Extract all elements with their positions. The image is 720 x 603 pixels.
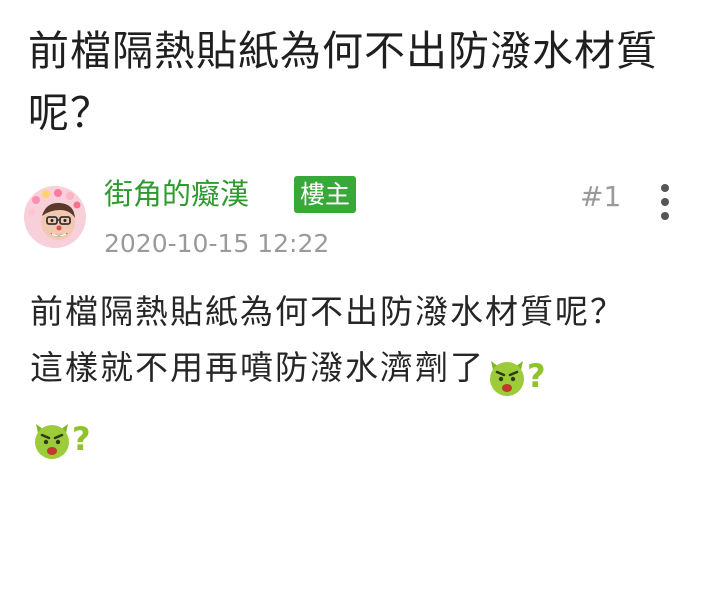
author-name[interactable]: 街角的癡漢 xyxy=(104,174,249,214)
post-content: 前檔隔熱貼紙為何不出防潑水材質呢？ 這樣就不用再噴防潑水濟劑了 ? ? xyxy=(30,284,690,467)
question-mark: ? xyxy=(72,420,93,458)
content-line-2-text: 這樣就不用再噴防潑水濟劑了 xyxy=(30,348,485,387)
post-title: 前檔隔熱貼紙為何不出防潑水材質呢？ xyxy=(28,27,658,137)
author-avatar[interactable] xyxy=(24,186,86,248)
ellipsis-dot xyxy=(661,212,669,220)
angry-green-face-icon xyxy=(35,424,69,459)
ellipsis-dot xyxy=(661,198,669,206)
clown-avatar-icon xyxy=(24,186,86,248)
floor-number: #1 xyxy=(580,180,622,213)
post-timestamp: 2020-10-15 12:22 xyxy=(104,229,330,258)
op-badge: 樓主 xyxy=(294,176,357,213)
content-line-3: ? xyxy=(30,404,690,468)
question-mark: ? xyxy=(527,356,548,395)
emoji-group-2: ? xyxy=(30,410,93,468)
content-line-1: 前檔隔熱貼紙為何不出防潑水材質呢？ xyxy=(30,292,625,331)
angry-green-face-icon xyxy=(490,360,524,396)
vertical-ellipsis-icon xyxy=(661,184,669,192)
content-line-2: 這樣就不用再噴防潑水濟劑了 ? xyxy=(30,340,690,404)
more-options-button[interactable] xyxy=(654,184,676,220)
emoji-group-1: ? xyxy=(485,346,548,404)
